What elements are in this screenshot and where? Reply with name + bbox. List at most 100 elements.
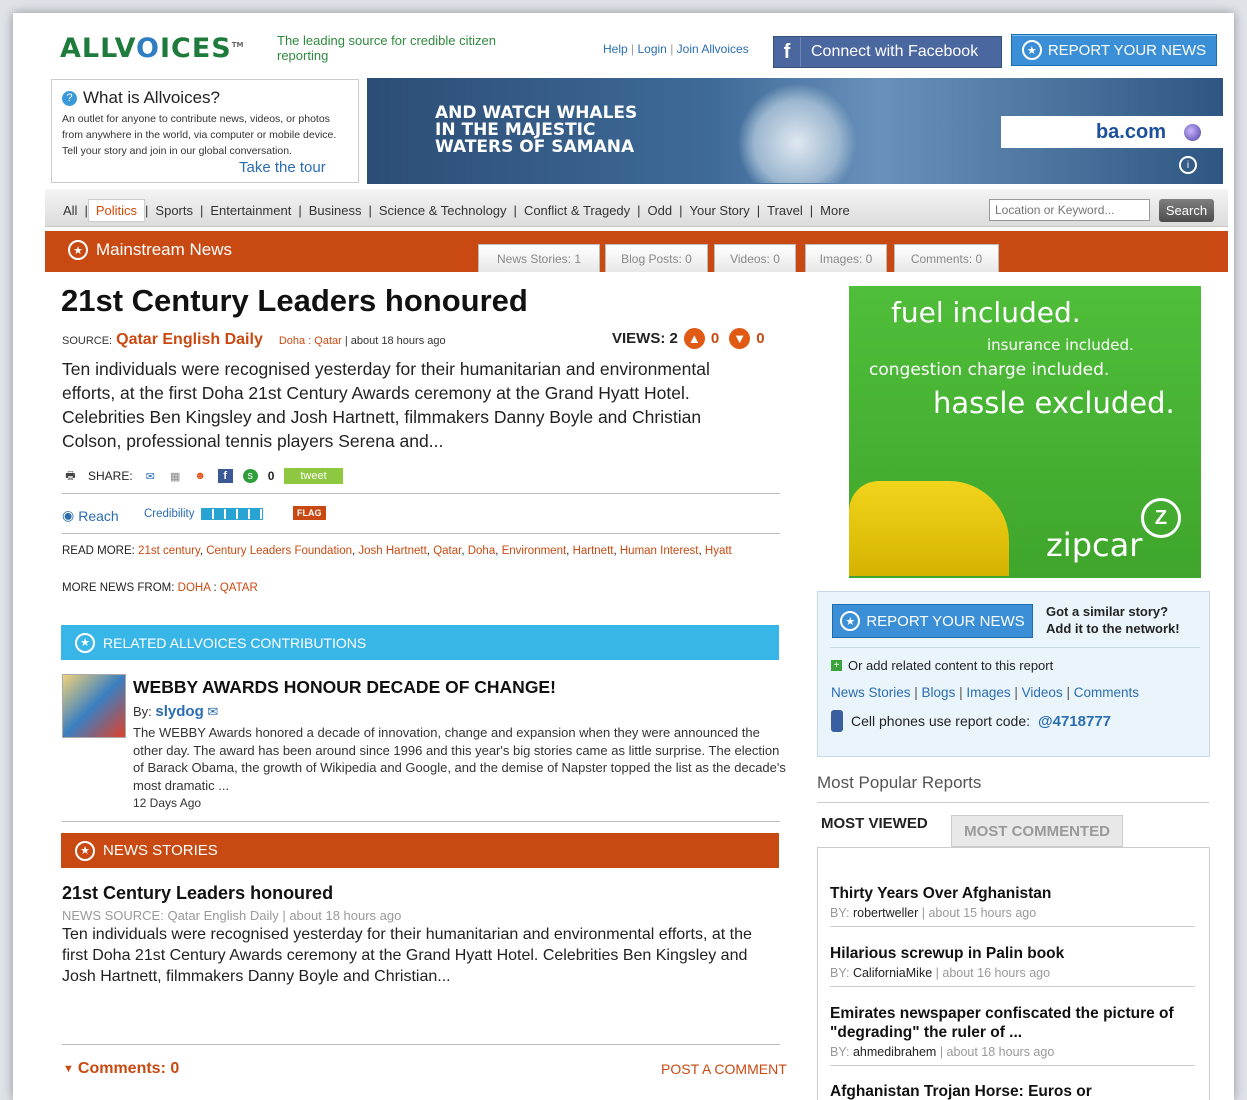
link-videos[interactable]: Videos — [1022, 685, 1063, 700]
tag-link[interactable]: Hartnett — [573, 545, 614, 557]
divider — [62, 493, 780, 494]
nav-item-business[interactable]: Business — [302, 203, 369, 218]
report-your-news-button[interactable]: ★ REPORT YOUR NEWS — [1011, 34, 1217, 66]
nav-item-politics[interactable]: Politics — [87, 199, 146, 222]
tag-link[interactable]: Environment — [502, 545, 567, 557]
divider — [830, 647, 1200, 648]
email-icon[interactable]: ✉ — [143, 469, 158, 483]
nav-item-your-story[interactable]: Your Story — [683, 203, 757, 218]
tab-videos[interactable]: Videos: 0 — [714, 244, 796, 272]
nav-item-sports[interactable]: Sports — [148, 203, 200, 218]
digg-icon[interactable]: ▦ — [168, 469, 183, 483]
link-comments[interactable]: Comments — [1074, 685, 1139, 700]
divider — [62, 533, 780, 534]
most-popular-title: Most Popular Reports — [817, 773, 982, 792]
report-your-news-button[interactable]: ★ REPORT YOUR NEWS — [832, 604, 1033, 638]
banner-text: AND WATCH WHALES IN THE MAJESTIC WATERS … — [435, 103, 638, 157]
star-icon: ★ — [68, 240, 88, 260]
banner-ad[interactable]: AND WATCH WHALES IN THE MAJESTIC WATERS … — [367, 78, 1223, 184]
list-item[interactable]: Emirates newspaper confiscated the pictu… — [830, 1004, 1195, 1066]
flag-button[interactable]: FLAG — [293, 506, 326, 520]
allvoices-logo[interactable]: ALLVOICESTM — [60, 33, 243, 64]
connect-facebook-button[interactable]: f Connect with Facebook — [773, 36, 1002, 68]
report-box: ★ REPORT YOUR NEWS Got a similar story? A… — [817, 591, 1210, 757]
related-title[interactable]: WEBBY AWARDS HONOUR DECADE OF CHANGE! — [133, 677, 556, 698]
list-item[interactable]: Thirty Years Over Afghanistan BY: robert… — [830, 884, 1195, 927]
share-count: 0 — [267, 469, 275, 483]
tab-images[interactable]: Images: 0 — [805, 244, 887, 272]
tab-most-commented[interactable]: MOST COMMENTED — [951, 815, 1123, 847]
list-item[interactable]: Hilarious screwup in Palin book BY: Cali… — [830, 944, 1195, 987]
tag-link[interactable]: 21st century — [138, 545, 200, 557]
tweet-button[interactable]: tweet — [284, 468, 343, 484]
views-count: VIEWS: 2 — [612, 330, 678, 347]
nav-item-all[interactable]: All — [56, 203, 84, 218]
divider — [62, 1044, 780, 1045]
location-link[interactable]: Doha : Qatar — [279, 335, 342, 347]
tag-link[interactable]: Josh Hartnett — [358, 545, 426, 557]
top-links: Help | Login | Join Allvoices — [603, 42, 749, 56]
zipcar-ad[interactable]: fuel included. insurance included. conge… — [849, 286, 1201, 578]
link-images[interactable]: Images — [966, 685, 1010, 700]
vote-down-icon[interactable]: ▼ — [729, 328, 751, 349]
reach-link[interactable]: ◉ Reach — [62, 507, 119, 524]
whale-image — [737, 83, 857, 183]
source-link[interactable]: Qatar English Daily — [116, 331, 263, 348]
tag-link[interactable]: Human Interest — [620, 545, 699, 557]
tab-news-stories[interactable]: News Stories: 1 — [478, 244, 600, 272]
reddit-icon[interactable]: ☻ — [193, 469, 208, 483]
tag-link[interactable]: Century Leaders Foundation — [206, 545, 352, 557]
phone-icon — [831, 710, 843, 732]
help-link[interactable]: Help — [603, 42, 628, 56]
ba-logo: ba.com — [1001, 116, 1223, 148]
facebook-icon: f — [774, 37, 801, 67]
tab-blog-posts[interactable]: Blog Posts: 0 — [605, 244, 708, 272]
search-input[interactable] — [989, 199, 1150, 221]
news-story-title[interactable]: 21st Century Leaders honoured — [62, 883, 333, 904]
stumbleupon-icon[interactable]: s — [242, 469, 258, 483]
tag-link[interactable]: Hyatt — [705, 545, 732, 557]
print-icon[interactable]: 🖶 — [63, 469, 78, 483]
article-source: SOURCE: Qatar English Daily Doha : Qatar |… — [62, 331, 446, 348]
link-news-stories[interactable]: News Stories — [831, 685, 911, 700]
nav-item-odd[interactable]: Odd — [641, 203, 680, 218]
nav-items: All | Politics | Sports | Entertainment | Bu… — [56, 199, 857, 222]
tag-link[interactable]: Qatar — [433, 545, 461, 557]
news-story-source: NEWS SOURCE: Qatar English Daily | about… — [62, 908, 402, 923]
country-link[interactable]: QATAR — [220, 582, 258, 594]
link-blogs[interactable]: Blogs — [922, 685, 956, 700]
author-link[interactable]: slydog — [155, 703, 203, 720]
take-tour-link[interactable]: Take the tour — [239, 159, 326, 176]
divider — [817, 802, 1209, 803]
list-item[interactable]: Afghanistan Trojan Horse: Euros or — [830, 1082, 1195, 1100]
join-link[interactable]: Join Allvoices — [677, 42, 749, 56]
nav-item-entertainment[interactable]: Entertainment — [203, 203, 298, 218]
facebook-share-icon[interactable]: f — [217, 469, 233, 483]
comments-toggle[interactable]: ▼ Comments: 0 — [63, 1060, 179, 1078]
nav-item-science-technology[interactable]: Science & Technology — [372, 203, 514, 218]
share-row: 🖶 SHARE: ✉ ▦ ☻ f s 0 tweet — [63, 468, 343, 484]
related-contributions-bar: ★ RELATED ALLVOICES CONTRIBUTIONS — [61, 625, 779, 660]
post-comment-link[interactable]: POST A COMMENT — [661, 1061, 787, 1077]
category-nav: All | Politics | Sports | Entertainment | Bu… — [45, 189, 1228, 227]
tagline: The leading source for credible citizen … — [277, 33, 496, 63]
tab-comments[interactable]: Comments: 0 — [894, 244, 999, 272]
plus-icon: + — [831, 660, 842, 671]
article-body: Ten individuals were recognised yesterda… — [62, 359, 710, 451]
city-link[interactable]: DOHA — [178, 582, 211, 594]
vote-up-icon[interactable]: ▲ — [683, 328, 705, 349]
nav-item-travel[interactable]: Travel — [760, 203, 810, 218]
tab-most-viewed[interactable]: MOST VIEWED — [821, 815, 928, 832]
news-story-text: Ten individuals were recognised yesterda… — [62, 926, 752, 985]
cell-phone-code: Cell phones use report code: @4718777 — [831, 710, 1111, 732]
add-related-content[interactable]: + Or add related content to this report — [831, 658, 1053, 673]
info-icon[interactable]: i — [1179, 156, 1197, 174]
search-button[interactable]: Search — [1159, 199, 1214, 222]
tag-link[interactable]: Doha — [468, 545, 496, 557]
login-link[interactable]: Login — [637, 42, 666, 56]
nav-item-conflict-tragedy[interactable]: Conflict & Tragedy — [517, 203, 637, 218]
related-thumbnail[interactable] — [62, 674, 126, 738]
more-news-from: MORE NEWS FROM: DOHA : QATAR — [62, 582, 258, 594]
nav-item-more[interactable]: More — [813, 203, 857, 218]
email-icon[interactable]: ✉ — [207, 704, 218, 719]
